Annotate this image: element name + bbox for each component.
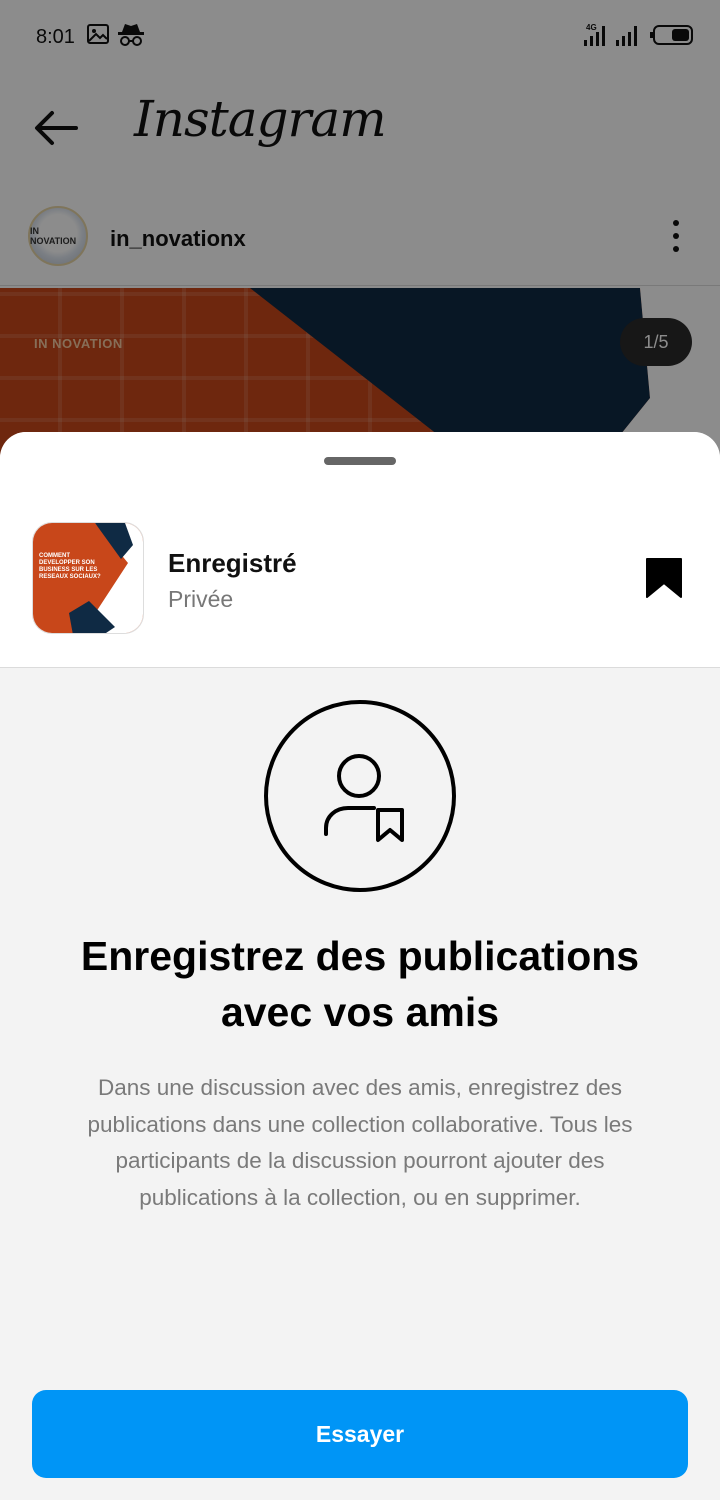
thumbnail-line-1: COMMENT xyxy=(39,553,70,559)
background-screen: 8:01 4G Instagram IN NOVATION in_novatio… xyxy=(0,0,720,460)
drag-handle[interactable] xyxy=(324,457,396,465)
collection-thumbnail: COMMENT DEVELOPPER SON BUSINESS SUR LES … xyxy=(32,522,144,634)
dim-overlay[interactable] xyxy=(0,0,720,460)
try-button[interactable]: Essayer xyxy=(32,1390,688,1478)
thumbnail-line-3: BUSINESS SUR LES xyxy=(39,567,97,573)
bookmark-button[interactable] xyxy=(640,554,688,602)
collection-title: Enregistré xyxy=(168,548,297,578)
feature-title: Enregistrez des publications avec vos am… xyxy=(80,933,640,1035)
collection-thumbnail-graphic: COMMENT DEVELOPPER SON BUSINESS SUR LES … xyxy=(33,523,143,633)
thumbnail-line-4: RESEAUX SOCIAUX? xyxy=(39,574,101,580)
feature-icon-circle xyxy=(264,700,456,892)
bottom-sheet: COMMENT DEVELOPPER SON BUSINESS SUR LES … xyxy=(0,432,720,1500)
collection-privacy: Privée xyxy=(168,586,234,612)
thumbnail-line-2: DEVELOPPER SON xyxy=(39,560,95,566)
feature-description: Dans une discussion avec des amis, enreg… xyxy=(87,1075,633,1210)
person-bookmark-icon xyxy=(324,754,404,842)
bookmark-filled-icon xyxy=(646,558,682,598)
collection-row: COMMENT DEVELOPPER SON BUSINESS SUR LES … xyxy=(0,432,720,668)
